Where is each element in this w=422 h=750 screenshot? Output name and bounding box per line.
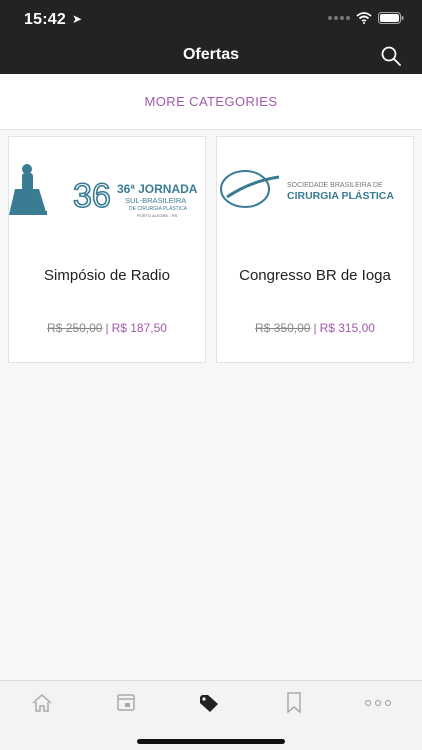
more-dots-icon[interactable] <box>358 691 398 715</box>
home-icon[interactable] <box>22 691 62 715</box>
price-separator: | <box>313 321 317 335</box>
battery-icon <box>378 12 404 24</box>
product-card[interactable]: SOCIEDADE BRASILEIRA DE CIRURGIA PLÁSTIC… <box>216 136 414 363</box>
old-price: R$ 250,00 <box>47 321 103 335</box>
search-icon[interactable] <box>380 45 402 67</box>
nav-bar: Ofertas <box>0 36 422 74</box>
wifi-icon <box>356 12 372 24</box>
price-separator: | <box>105 321 109 335</box>
bookmark-icon[interactable] <box>274 691 314 715</box>
status-bar: 15:42 ➤ <box>0 0 422 36</box>
location-arrow-icon: ➤ <box>72 12 83 26</box>
old-price: R$ 350,00 <box>255 321 311 335</box>
product-price: R$ 350,00 | R$ 315,00 <box>217 321 413 335</box>
categories-bar: MORE CATEGORIES <box>0 74 422 130</box>
cellular-dots-icon <box>328 16 350 20</box>
svg-text:36: 36 <box>73 177 111 215</box>
logo-text: SUL-BRASILEIRA <box>125 196 186 205</box>
product-price: R$ 250,00 | R$ 187,50 <box>9 321 205 335</box>
tag-icon[interactable] <box>190 691 230 715</box>
product-image: 36 36ª JORNADA SUL-BRASILEIRA DE CIRURGI… <box>9 137 205 245</box>
status-time: 15:42 <box>24 11 66 28</box>
logo-text: PORTO ALEGRE - RS <box>137 213 178 218</box>
product-name: Congresso BR de Ioga <box>239 267 391 284</box>
product-card[interactable]: 36 36ª JORNADA SUL-BRASILEIRA DE CIRURGI… <box>8 136 206 363</box>
new-price: R$ 315,00 <box>319 321 375 335</box>
calendar-icon[interactable] <box>106 691 146 715</box>
product-name: Simpósio de Radio <box>44 267 170 284</box>
logo-text: 36ª JORNADA <box>117 182 198 196</box>
logo-text: SOCIEDADE BRASILEIRA DE <box>287 182 383 189</box>
page-title: Ofertas <box>182 46 240 63</box>
logo-text: DE CIRURGIA PLÁSTICA <box>129 205 188 212</box>
new-price: R$ 187,50 <box>111 321 167 335</box>
product-image: SOCIEDADE BRASILEIRA DE CIRURGIA PLÁSTIC… <box>217 137 413 245</box>
logo-text: CIRURGIA PLÁSTICA <box>287 189 394 202</box>
home-indicator <box>137 739 285 744</box>
more-categories-button[interactable]: MORE CATEGORIES <box>0 94 422 109</box>
